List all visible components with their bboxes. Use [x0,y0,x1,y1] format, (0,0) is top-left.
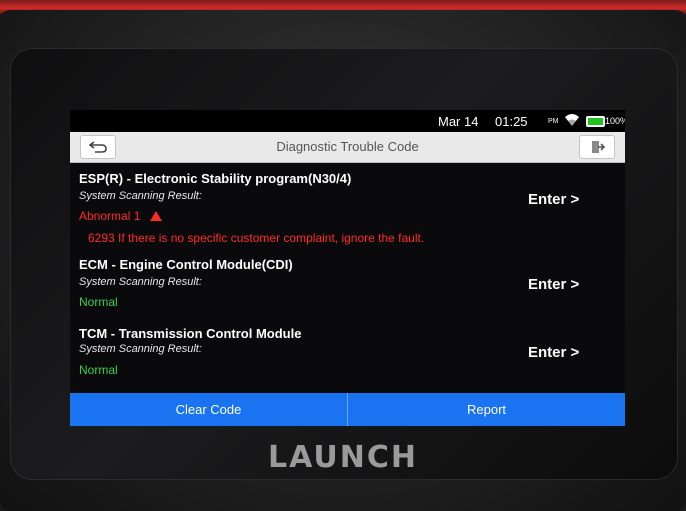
title-bar: Diagnostic Trouble Code [70,132,625,163]
module-row-esp[interactable]: ESP(R) - Electronic Stability program(N3… [70,162,625,252]
brand-logo: LAUNCH [267,440,418,475]
battery-level [588,118,603,125]
battery-percent: 100% [605,116,625,126]
wifi-icon [565,114,579,126]
exit-icon [592,141,605,153]
enter-button[interactable]: Enter > [528,276,579,293]
status-date: Mar 14 [438,114,479,129]
clear-code-button[interactable]: Clear Code [70,393,348,426]
module-name: ESP(R) - Electronic Stability program(N3… [79,171,352,186]
module-name: ECM - Engine Control Module(CDI) [79,257,293,272]
status-ampm: PM [548,118,559,125]
status-time: 01:25 [495,114,528,129]
enter-button[interactable]: Enter > [528,191,579,208]
module-status: Normal [79,295,118,309]
report-button[interactable]: Report [348,393,625,426]
bottom-action-bar: Clear Code Report [70,393,625,426]
warning-triangle-icon [149,211,162,221]
module-list: ESP(R) - Electronic Stability program(N3… [70,162,625,393]
module-row-ecm[interactable]: ECM - Engine Control Module(CDI) System … [70,254,625,322]
page-title: Diagnostic Trouble Code [276,139,419,154]
scan-label: System Scanning Result: [79,343,202,355]
status-bar: Mar 14 01:25 PM 100% [70,110,625,132]
battery-icon [586,116,605,127]
module-name: TCM - Transmission Control Module [79,326,302,341]
status-text: Abnormal 1 [79,209,141,223]
module-status: Normal [79,363,118,377]
fault-note: 6293 If there is no specific customer co… [88,231,425,245]
scan-label: System Scanning Result: [79,190,202,202]
scan-label: System Scanning Result: [79,276,202,288]
enter-button[interactable]: Enter > [528,344,579,361]
module-status: Abnormal 1 [79,209,162,223]
module-row-tcm[interactable]: TCM - Transmission Control Module System… [70,323,625,393]
screen: Mar 14 01:25 PM 100% Diagnostic Trouble … [70,110,625,426]
exit-button[interactable] [579,135,615,159]
